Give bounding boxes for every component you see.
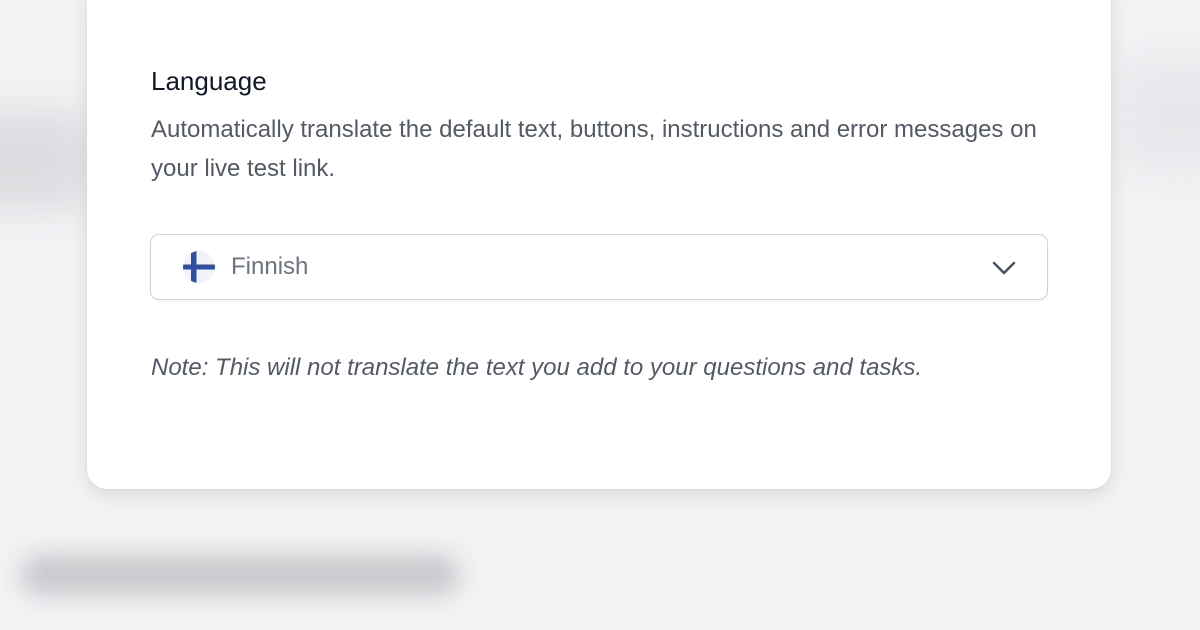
- finland-flag-icon: [183, 251, 215, 283]
- translation-note: Note: This will not translate the text y…: [151, 354, 923, 381]
- chevron-down-icon: [992, 261, 1016, 275]
- blurred-background-element: [0, 110, 90, 210]
- language-settings-card: Language Automatically translate the def…: [87, 0, 1111, 489]
- language-section-title: Language: [151, 66, 267, 96]
- language-select[interactable]: Finnish: [150, 234, 1048, 300]
- blurred-background-element: [20, 555, 460, 595]
- blurred-background-element: [1120, 60, 1200, 170]
- language-section-description: Automatically translate the default text…: [151, 116, 1037, 182]
- language-select-value: Finnish: [231, 253, 309, 280]
